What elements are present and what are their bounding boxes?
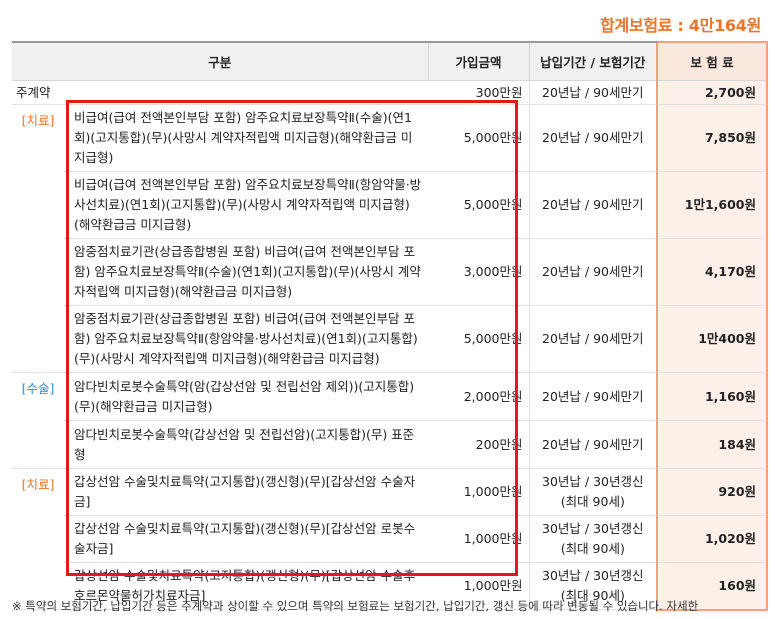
rider-period: 20년납 / 90세만기 [528,420,658,469]
rider-period: 20년납 / 90세만기 [528,372,658,421]
rider-amount: 2,000만원 [428,372,530,421]
rider-name: 암다빈치로봇수술특약(암(갑상선암 및 전립선암 제외))(고지통합)(무)(해… [64,372,429,421]
rider-name: 갑상선암 수술및치료특약(고지통합)(갱신형)(무)[갑상선암 수술자금] [64,468,429,516]
rider-period: 20년납 / 90세만기 [528,171,658,239]
rider-name: 암중점치료기관(상급종합병원 포함) 비급여(급여 전액본인부담 포함) 암주요… [64,238,429,306]
total-premium: 합계보험료 : 4만164원 [600,16,761,35]
header-premium: 보 험 료 [656,41,769,81]
rider-period: 30년납 / 30년갱신 (최대 90세) [528,515,658,563]
category-surgery: [수술] [12,372,64,469]
table-header-row: 구분 가입금액 납입기간 / 보험기간 보 험 료 [12,41,769,81]
table-row-main: 주계약 300만원 20년납 / 90세만기 2,700원 [12,80,769,105]
rider-amount: 5,000만원 [428,305,530,373]
table-row: 암중점치료기관(상급종합병원 포함) 비급여(급여 전액본인부담 포함) 암주요… [12,305,769,373]
main-contract-label: 주계약 [12,80,429,105]
rider-period: 20년납 / 90세만기 [528,104,658,172]
rider-name: 암다빈치로봇수술특약(갑상선암 및 전립선암)(고지통합)(무) 표준형 [64,420,429,469]
rider-name: 갑상선암 수술및치료특약(고지통합)(갱신형)(무)[갑상선암 로봇수술자금] [64,515,429,563]
rider-premium: 1,020원 [656,515,769,563]
period-max: (최대 90세) [560,494,625,509]
category-treatment: [치료] [12,104,64,373]
main-contract-amount: 300만원 [428,80,530,105]
rider-amount: 5,000만원 [428,104,530,172]
rider-period: 20년납 / 90세만기 [528,238,658,306]
rider-premium: 1만1,600원 [656,171,769,239]
period-max: (최대 90세) [560,541,625,556]
rider-period: 20년납 / 90세만기 [528,305,658,373]
rider-premium: 1,160원 [656,372,769,421]
period-line: 30년납 / 30년갱신 [542,568,644,583]
rider-name: 비급여(급여 전액본인부담 포함) 암주요치료보장특약Ⅱ(수술)(연1회)(고지… [64,104,429,172]
rider-premium: 4,170원 [656,238,769,306]
table-row: [치료] 비급여(급여 전액본인부담 포함) 암주요치료보장특약Ⅱ(수술)(연1… [12,104,769,373]
footnote: ※ 특약의 보험기간, 납입기간 등은 주계약과 상이할 수 있으며 특약의 보… [12,599,699,613]
rider-amount: 1,000만원 [428,515,530,563]
category-treatment-2: [치료] [12,468,64,610]
rider-premium: 920원 [656,468,769,516]
rider-amount: 5,000만원 [428,171,530,239]
header-period: 납입기간 / 보험기간 [528,41,658,81]
rider-name: 비급여(급여 전액본인부담 포함) 암주요치료보장특약Ⅱ(항암약물·방사선치료)… [64,171,429,239]
rider-amount: 3,000만원 [428,238,530,306]
period-line: 30년납 / 30년갱신 [542,521,644,536]
table-row: 암다빈치로봇수술특약(갑상선암 및 전립선암)(고지통합)(무) 표준형 200… [12,420,769,469]
rider-amount: 200만원 [428,420,530,469]
header-category: 구분 [12,41,429,81]
header-amount: 가입금액 [427,41,530,81]
rider-name: 암중점치료기관(상급종합병원 포함) 비급여(급여 전액본인부담 포함) 암주요… [64,305,429,373]
main-contract-period: 20년납 / 90세만기 [528,80,658,105]
rider-premium: 184원 [656,420,769,469]
table-row: [수술] 암다빈치로봇수술특약(암(갑상선암 및 전립선암 제외))(고지통합)… [12,372,769,469]
table-row: 비급여(급여 전액본인부담 포함) 암주요치료보장특약Ⅱ(항암약물·방사선치료)… [12,171,769,239]
main-contract-premium: 2,700원 [656,80,769,105]
rider-premium: 1만400원 [656,305,769,373]
premium-table: 구분 가입금액 납입기간 / 보험기간 보 험 료 주계약 300만원 20년납… [12,41,769,611]
table-row: 암중점치료기관(상급종합병원 포함) 비급여(급여 전액본인부담 포함) 암주요… [12,238,769,306]
period-line: 30년납 / 30년갱신 [542,474,644,489]
rider-amount: 1,000만원 [428,468,530,516]
rider-premium: 7,850원 [656,104,769,172]
table-row: 갑상선암 수술및치료특약(고지통합)(갱신형)(무)[갑상선암 로봇수술자금] … [12,515,769,563]
rider-period: 30년납 / 30년갱신 (최대 90세) [528,468,658,516]
table-row: [치료] 갑상선암 수술및치료특약(고지통합)(갱신형)(무)[갑상선암 수술자… [12,468,769,610]
